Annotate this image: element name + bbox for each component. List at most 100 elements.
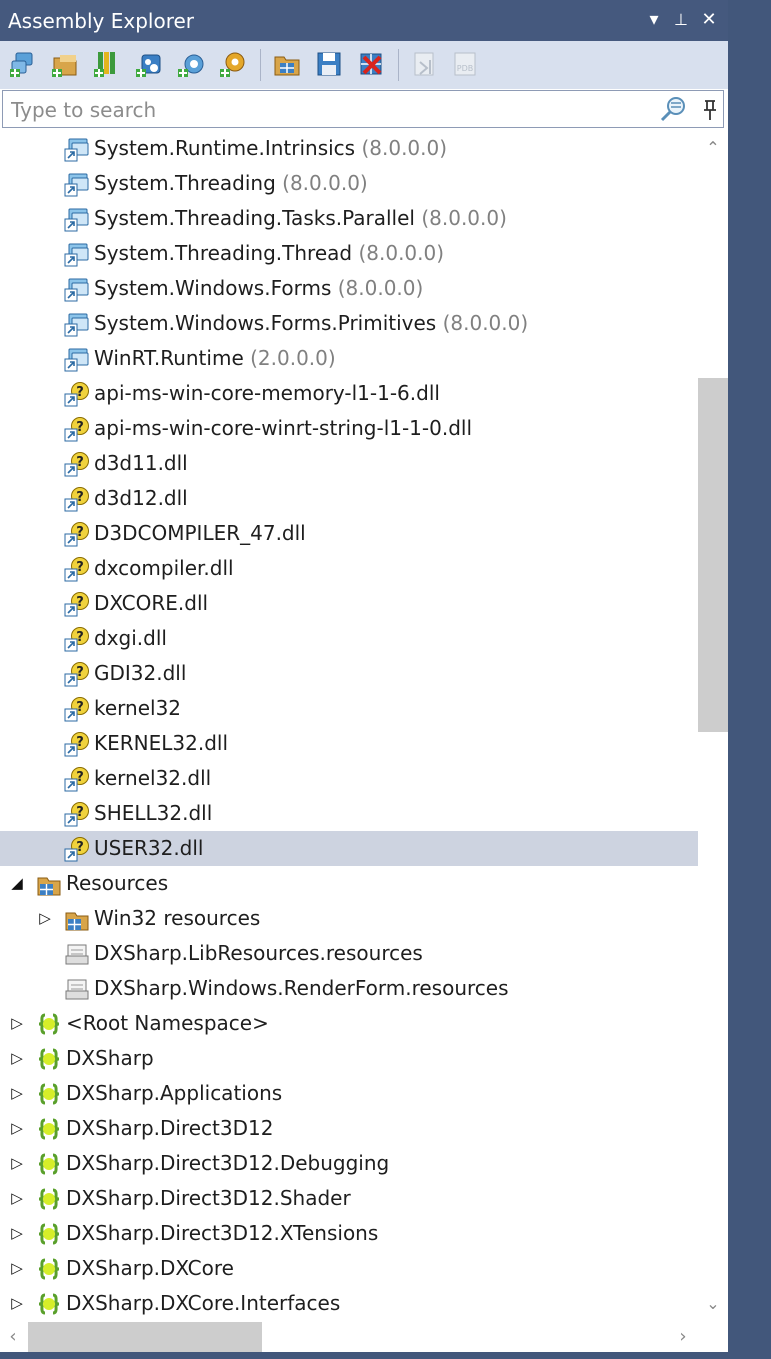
tree-item-label: api-ms-win-core-winrt-string-l1-1-0.dll: [94, 416, 472, 440]
open-from-nuget-icon[interactable]: [134, 49, 164, 79]
tree-row[interactable]: ? kernel32: [0, 691, 698, 726]
tree-row[interactable]: ? api-ms-win-core-memory-l1-1-6.dll: [0, 376, 698, 411]
scroll-right-icon[interactable]: ›: [674, 1327, 692, 1347]
item-name: GDI32.dll: [94, 661, 187, 685]
tree-item-label: System.Windows.Forms (8.0.0.0): [94, 276, 423, 300]
assembly-list-icon[interactable]: [272, 49, 302, 79]
tree-row[interactable]: ? dxcompiler.dll: [0, 551, 698, 586]
tree-row[interactable]: ▷ Win32 resources: [0, 901, 698, 936]
close-icon[interactable]: ✕: [698, 8, 720, 32]
tree-row[interactable]: ▷ DXSharp.Direct3D12.XTensions: [0, 1216, 698, 1251]
tree-row[interactable]: ? d3d11.dll: [0, 446, 698, 481]
expand-icon[interactable]: ▷: [8, 1013, 26, 1033]
clear-list-icon[interactable]: [356, 49, 386, 79]
item-version: (8.0.0.0): [282, 171, 368, 195]
expand-icon[interactable]: ▷: [8, 1258, 26, 1278]
tree-row[interactable]: ▷ DXSharp.DXCore.Interfaces: [0, 1286, 698, 1321]
tree-row[interactable]: ▷ DXSharp: [0, 1041, 698, 1076]
tree-row[interactable]: ? dxgi.dll: [0, 621, 698, 656]
item-name: KERNEL32.dll: [94, 731, 229, 755]
ref-icon: [64, 243, 89, 267]
tree-row[interactable]: ? d3d12.dll: [0, 481, 698, 516]
pdb-icon-disabled[interactable]: PDB: [450, 49, 480, 79]
item-version: (8.0.0.0): [358, 241, 445, 265]
tree-row[interactable]: System.Windows.Forms (8.0.0.0): [0, 271, 698, 306]
scroll-left-icon[interactable]: ‹: [4, 1327, 22, 1347]
expand-icon[interactable]: ▷: [8, 1223, 26, 1243]
settings-icon[interactable]: [218, 49, 248, 79]
item-version: (8.0.0.0): [442, 311, 529, 335]
native-icon: ?: [64, 382, 89, 407]
vertical-scrollbar[interactable]: ⌃ ⌄: [698, 131, 728, 1322]
tree-item-label: System.Threading (8.0.0.0): [94, 171, 368, 195]
scrollbar-corner: [698, 1322, 728, 1352]
expand-icon[interactable]: ▷: [8, 1048, 26, 1068]
expand-icon[interactable]: ▷: [8, 1153, 26, 1173]
pin-search-icon[interactable]: [701, 99, 719, 121]
tree-row[interactable]: ? kernel32.dll: [0, 761, 698, 796]
open-from-package-icon[interactable]: [176, 49, 206, 79]
tree-row[interactable]: ? api-ms-win-core-winrt-string-l1-1-0.dll: [0, 411, 698, 446]
open-folder-icon[interactable]: [50, 49, 80, 79]
tree-row[interactable]: ▷ DXSharp.Direct3D12.Debugging: [0, 1146, 698, 1181]
tree-row[interactable]: System.Threading.Tasks.Parallel (8.0.0.0…: [0, 201, 698, 236]
tree-row[interactable]: ? SHELL32.dll: [0, 796, 698, 831]
vertical-scroll-thumb[interactable]: [698, 378, 728, 732]
tree-row[interactable]: ? KERNEL32.dll: [0, 726, 698, 761]
scroll-up-icon[interactable]: ⌃: [704, 139, 722, 157]
tree-row-selected[interactable]: ? USER32.dll: [0, 831, 698, 866]
tree-item-label: KERNEL32.dll: [94, 731, 228, 755]
horizontal-scrollbar[interactable]: ‹ ›: [0, 1322, 698, 1352]
ref-icon: [64, 208, 89, 232]
tree-row[interactable]: ? DXCORE.dll: [0, 586, 698, 621]
expand-icon[interactable]: ▷: [8, 1293, 26, 1313]
tree-row[interactable]: System.Windows.Forms.Primitives (8.0.0.0…: [0, 306, 698, 341]
tree-row[interactable]: WinRT.Runtime (2.0.0.0): [0, 341, 698, 376]
window-position-dropdown-icon[interactable]: ▾: [643, 8, 665, 32]
open-in-vs-icon-disabled[interactable]: [410, 49, 440, 79]
pin-icon[interactable]: ⊥: [670, 8, 692, 32]
item-name: DXSharp.Windows.RenderForm.resources: [94, 976, 509, 1000]
item-name: DXSharp.Direct3D12.Shader: [66, 1186, 351, 1210]
tree-row[interactable]: DXSharp.Windows.RenderForm.resources: [0, 971, 698, 1006]
tree-row[interactable]: System.Threading.Thread (8.0.0.0): [0, 236, 698, 271]
tree-item-label: D3DCOMPILER_47.dll: [94, 521, 306, 545]
open-assembly-icon[interactable]: [8, 49, 38, 79]
assembly-explorer-panel: Assembly Explorer ▾ ⊥ ✕ PDB Type to sear…: [0, 0, 728, 1359]
tree-row[interactable]: ? GDI32.dll: [0, 656, 698, 691]
tree-row[interactable]: ? D3DCOMPILER_47.dll: [0, 516, 698, 551]
search-options-icon[interactable]: [659, 95, 689, 123]
expand-icon[interactable]: ▷: [8, 1188, 26, 1208]
tree-row[interactable]: ▷ DXSharp.Direct3D12: [0, 1111, 698, 1146]
expand-icon[interactable]: ▷: [36, 908, 54, 928]
item-name: WinRT.Runtime: [94, 346, 244, 370]
tree-item-label: Win32 resources: [94, 906, 260, 930]
item-name: d3d12.dll: [94, 486, 188, 510]
tree-item-label: DXCORE.dll: [94, 591, 208, 615]
expand-icon[interactable]: ▷: [8, 1118, 26, 1138]
tree-item-label: System.Windows.Forms.Primitives (8.0.0.0…: [94, 311, 528, 335]
search-box: [2, 90, 724, 128]
tree-row[interactable]: System.Threading (8.0.0.0): [0, 166, 698, 201]
save-list-icon[interactable]: [314, 49, 344, 79]
expand-icon[interactable]: ▷: [8, 1083, 26, 1103]
tree-row[interactable]: ◢ Resources: [0, 866, 698, 901]
tree-row[interactable]: ▷ <Root Namespace>: [0, 1006, 698, 1041]
tree-row[interactable]: System.Runtime.Intrinsics (8.0.0.0): [0, 131, 698, 166]
resfile-icon: [65, 944, 89, 965]
horizontal-scroll-thumb[interactable]: [28, 1322, 262, 1352]
search-input[interactable]: [9, 97, 653, 123]
tree-row[interactable]: ▷ DXSharp.Applications: [0, 1076, 698, 1111]
tree-item-label: DXSharp.LibResources.resources: [94, 941, 423, 965]
ref-icon: [64, 138, 89, 162]
tree-row[interactable]: ▷ DXSharp.DXCore: [0, 1251, 698, 1286]
tree-item-label: d3d11.dll: [94, 451, 188, 475]
tree-item-label: DXSharp.Windows.RenderForm.resources: [94, 976, 509, 1000]
tree-row[interactable]: ▷ DXSharp.Direct3D12.Shader: [0, 1181, 698, 1216]
namespace-icon: [38, 1013, 60, 1035]
collapse-icon[interactable]: ◢: [8, 873, 26, 893]
scroll-down-icon[interactable]: ⌄: [704, 1295, 722, 1313]
tree-row[interactable]: DXSharp.LibResources.resources: [0, 936, 698, 971]
namespace-icon: [38, 1188, 60, 1210]
open-from-gac-icon[interactable]: [92, 49, 122, 79]
